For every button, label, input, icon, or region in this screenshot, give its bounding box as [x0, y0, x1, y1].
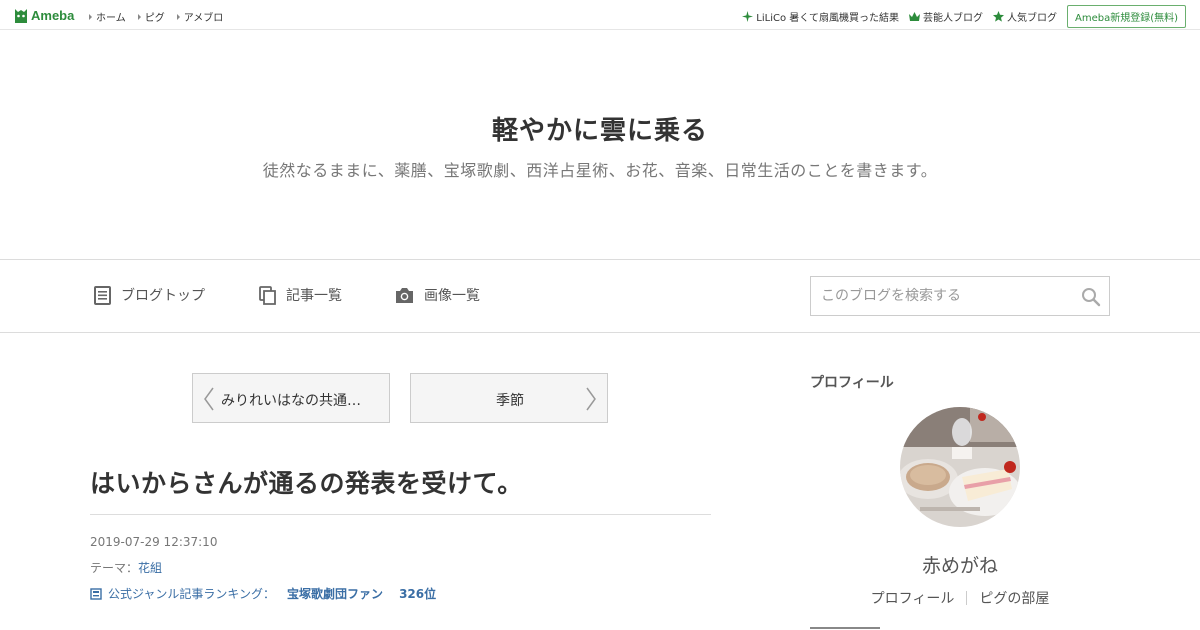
nav-blog-top[interactable]: ブログトップ [94, 285, 205, 305]
ranking-genre: 宝塚歌劇団ファン [287, 587, 384, 601]
global-nav-pigg[interactable]: ピグ [137, 9, 165, 24]
global-header: Ameba ホーム ピグ アメブロ LiLiCo 暑くて扇風機買った結果 芸能人… [0, 0, 1200, 30]
cake-photo-image [900, 407, 1020, 527]
blog-title[interactable]: 軽やかに雲に乗る [0, 110, 1200, 147]
nav-entry-list-label: 記事一覧 [286, 288, 342, 304]
blog-header: 軽やかに雲に乗る 徒然なるままに、薬膳、宝塚歌劇、西洋占星術、お花、音楽、日常生… [0, 30, 1200, 260]
profile-name[interactable]: 赤めがね [860, 551, 1060, 578]
entry-theme: テーマ：花組 [90, 559, 162, 576]
camera-icon [396, 287, 413, 303]
ameba-mascot-icon [15, 8, 27, 23]
pigg-room-link[interactable]: ピグの部屋 [979, 588, 1049, 608]
sidebar-next-section-edge [810, 624, 890, 630]
ranking-rank: 326位 [399, 587, 437, 601]
entry-date: 2019-07-29 12:37:10 [90, 535, 218, 549]
popular-blog-label: 人気ブログ [1006, 13, 1057, 24]
next-entry-button[interactable]: 季節 [410, 373, 608, 423]
trend-link-label: LiLiCo 暑くて扇風機買った結果 [756, 13, 899, 24]
profile-links-divider [966, 591, 968, 605]
profile-link[interactable]: プロフィール [871, 588, 955, 608]
nav-entry-list[interactable]: 記事一覧 [259, 285, 342, 305]
global-nav-home[interactable]: ホーム [89, 9, 126, 24]
profile-links: プロフィール ピグの部屋 [860, 588, 1060, 608]
global-header-right: LiLiCo 暑くて扇風機買った結果 芸能人ブログ 人気ブログ Ameba新規登… [742, 5, 1186, 28]
nav-image-list-label: 画像一覧 [424, 288, 480, 304]
sparkle-icon [742, 11, 754, 22]
crown-icon [908, 11, 920, 21]
profile-avatar[interactable] [900, 407, 1020, 527]
blog-search-input[interactable] [811, 277, 1071, 315]
global-nav-ameblo[interactable]: アメブロ [176, 9, 224, 24]
arrow-right-icon [176, 13, 180, 20]
title-divider [90, 514, 711, 515]
arrow-right-icon [89, 13, 92, 20]
entry-theme-prefix: テーマ： [90, 561, 139, 575]
global-nav: ホーム ピグ アメブロ [89, 9, 223, 24]
nav-image-list[interactable]: 画像一覧 [395, 285, 480, 305]
search-icon[interactable] [1081, 287, 1101, 307]
document-icon [94, 285, 111, 305]
global-nav-ameblo-label: アメブロ [183, 13, 224, 24]
chevron-left-icon [204, 387, 214, 411]
genre-ranking[interactable]: 公式ジャンル記事ランキング： 宝塚歌劇団ファン 326位 [90, 585, 436, 602]
prev-entry-label: みりれいはなの共通… [221, 393, 361, 409]
prev-entry-button[interactable]: みりれいはなの共通… [192, 373, 390, 423]
global-nav-pigg-label: ピグ [144, 13, 165, 24]
blog-description: 徒然なるままに、薬膳、宝塚歌劇、西洋占星術、お花、音楽、日常生活のことを書きます… [262, 161, 938, 180]
register-button[interactable]: Ameba新規登録(無料) [1066, 5, 1186, 28]
entry-title[interactable]: はいからさんが通るの発表を受けて。 [90, 464, 711, 500]
global-nav-home-label: ホーム [96, 13, 126, 24]
star-icon [992, 11, 1004, 22]
trend-link[interactable]: LiLiCo 暑くて扇風機買った結果 [742, 9, 899, 24]
nav-blog-top-label: ブログトップ [121, 288, 205, 304]
blog-nav: ブログトップ 記事一覧 画像一覧 [0, 260, 1200, 333]
arrow-right-icon [137, 13, 141, 20]
celebrity-blog-label: 芸能人ブログ [922, 13, 983, 24]
popular-blog-link[interactable]: 人気ブログ [992, 9, 1057, 24]
ranking-icon [90, 587, 102, 600]
ameba-logo[interactable]: Ameba [14, 6, 74, 24]
next-entry-label: 季節 [496, 393, 524, 409]
entry-theme-link[interactable]: 花組 [138, 561, 162, 575]
copy-icon [259, 285, 276, 305]
chevron-right-icon [586, 387, 596, 411]
blog-search [810, 276, 1110, 316]
ranking-label: 公式ジャンル記事ランキング： [108, 587, 276, 601]
celebrity-blog-link[interactable]: 芸能人ブログ [908, 9, 983, 24]
ameba-logo-text: Ameba [31, 7, 75, 23]
profile-heading: プロフィール [810, 375, 894, 391]
